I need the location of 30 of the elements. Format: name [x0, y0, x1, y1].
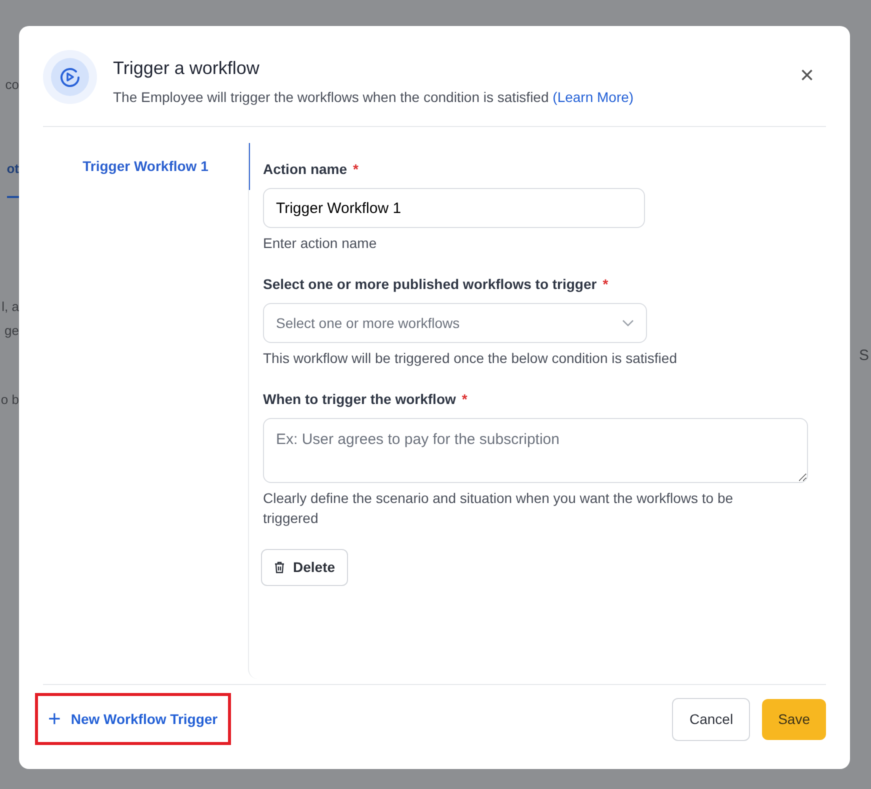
text-fragment: co — [5, 76, 19, 94]
action-name-field[interactable]: Trigger Workflow 1 — [263, 188, 645, 228]
workflow-icon — [43, 50, 97, 104]
delete-button[interactable]: Delete — [261, 549, 348, 586]
help-text: Clearly define the scenario and situation when you want the workflows to be triggered — [263, 489, 734, 528]
field-label: Action name * — [263, 160, 360, 179]
sidebar-tab[interactable]: Trigger Workflow 1 — [43, 143, 250, 190]
text-fragment: ge — [4, 322, 19, 340]
learn-more-link[interactable]: (Learn More) — [552, 89, 634, 105]
save-button[interactable]: Save — [762, 698, 826, 740]
required-mark: * — [353, 161, 358, 177]
field-label: Select one or more published workflows to trigger * — [263, 275, 610, 294]
field-label: When to trigger the workflow * — [263, 390, 468, 409]
trash-icon — [274, 561, 285, 574]
text-fragment: l, a — [2, 298, 19, 316]
text-fragment: S — [859, 347, 870, 364]
workflow-select[interactable]: Select one or more workflows — [263, 303, 647, 343]
close-button[interactable]: × — [800, 64, 814, 88]
required-mark: * — [462, 391, 468, 407]
dialog-title: Trigger a workflow — [113, 57, 260, 80]
help-text: This workflow will be triggered once the below condition is satisfied — [263, 349, 678, 368]
new-trigger-button[interactable]: + New Workflow Trigger — [35, 693, 231, 745]
cancel-button[interactable]: Cancel — [672, 698, 750, 740]
text-fragment: o b — [0, 391, 19, 409]
plus-icon: + — [48, 708, 61, 730]
chevron-down-icon — [622, 319, 634, 327]
help-text: Enter action name — [263, 234, 378, 253]
condition-field[interactable]: Ex: User agrees to pay for the subscription — [263, 418, 808, 483]
dialog-subtitle: The Employee will trigger the workflows when the condition is satisfied (Learn More) — [113, 88, 634, 107]
required-mark: * — [602, 276, 608, 292]
